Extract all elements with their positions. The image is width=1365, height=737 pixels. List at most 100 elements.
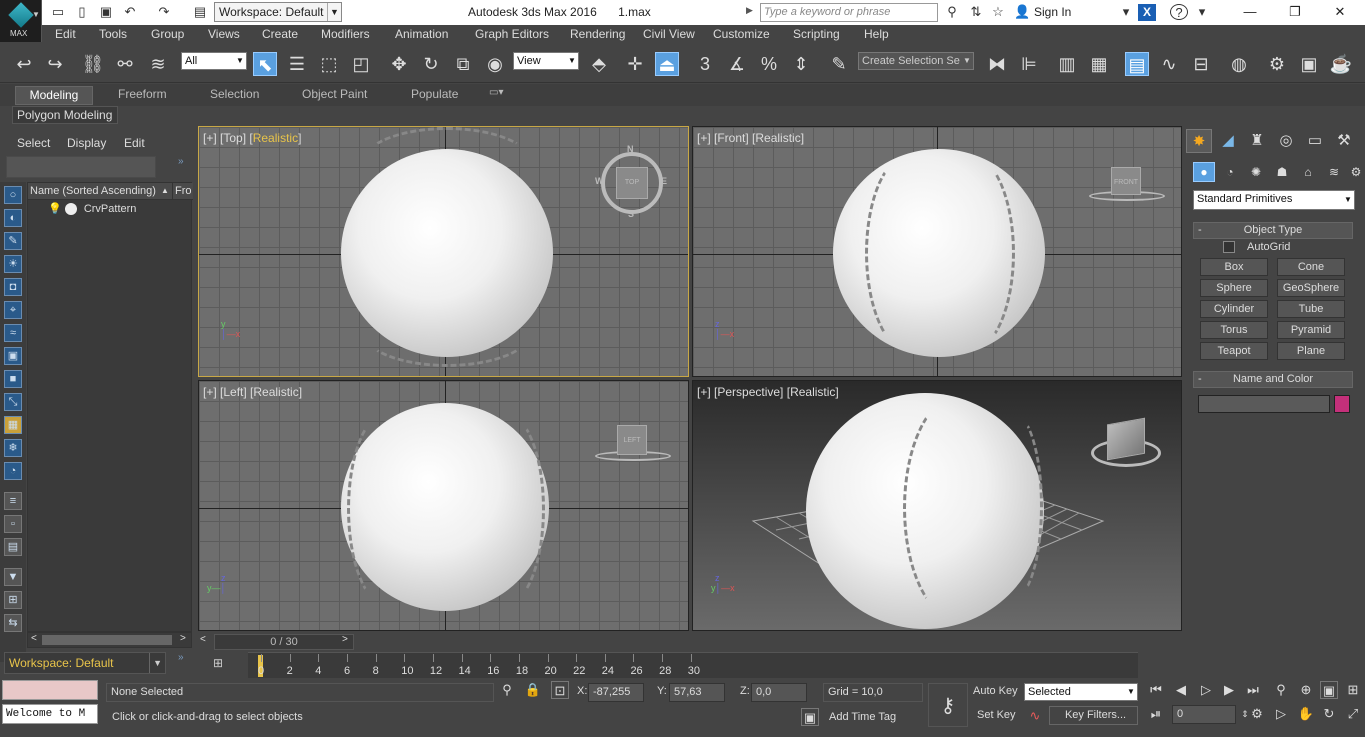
- scroll-thumb[interactable]: [42, 635, 172, 645]
- ribbon-panel-polygon-modeling[interactable]: Polygon Modeling: [12, 106, 118, 124]
- display-frozen-icon[interactable]: ❄: [4, 439, 22, 457]
- schematic-view-icon[interactable]: ⊟: [1189, 52, 1213, 76]
- create-torus-button[interactable]: Torus: [1200, 321, 1268, 339]
- scale-icon[interactable]: ⧉: [451, 52, 475, 76]
- toggle-ribbon-icon[interactable]: ▦: [1087, 52, 1111, 76]
- project-folder-icon[interactable]: ▤: [192, 4, 208, 20]
- rect-selection-icon[interactable]: ⬚: [317, 52, 341, 76]
- display-shapes-icon[interactable]: ✎: [4, 232, 22, 250]
- mirror-icon[interactable]: ⧓: [985, 52, 1009, 76]
- se-menu-select[interactable]: Select: [17, 136, 50, 150]
- viewport-front[interactable]: [+] [Front] [Realistic] FRONT z │—x: [692, 126, 1182, 377]
- link-icon[interactable]: ⛓: [81, 52, 105, 76]
- modify-tab-icon[interactable]: ◢: [1215, 129, 1241, 153]
- next-frame-icon[interactable]: ▶: [1220, 681, 1238, 699]
- menu-create[interactable]: Create: [262, 27, 298, 41]
- workspace-dropdown[interactable]: Workspace: Default ▼: [214, 2, 342, 22]
- time-slider-left-icon[interactable]: <: [200, 634, 206, 645]
- hierarchy-tab-icon[interactable]: ♜: [1244, 129, 1270, 153]
- tab-object-paint[interactable]: Object Paint: [302, 87, 367, 101]
- goto-end-icon[interactable]: ⏭: [1244, 681, 1262, 699]
- help-icon[interactable]: ?: [1170, 4, 1188, 20]
- minimize-button[interactable]: —: [1230, 2, 1270, 22]
- menu-civil-view[interactable]: Civil View: [643, 27, 695, 41]
- select-object-icon[interactable]: ⬉: [253, 52, 277, 76]
- display-hidden-icon[interactable]: ◔: [4, 462, 22, 480]
- save-file-icon[interactable]: ▣: [98, 4, 114, 20]
- object-name-field[interactable]: [1198, 395, 1330, 413]
- create-cylinder-button[interactable]: Cylinder: [1200, 300, 1268, 318]
- render-production-icon[interactable]: ☕: [1329, 52, 1353, 76]
- viewport-shading[interactable]: Realistic: [755, 131, 800, 145]
- application-button[interactable]: MAX ▼: [0, 0, 42, 42]
- sign-in-link[interactable]: Sign In: [1034, 5, 1071, 19]
- space-warps-icon[interactable]: ≋: [1323, 162, 1345, 182]
- angle-snap-icon[interactable]: ∡: [725, 52, 749, 76]
- current-frame-field[interactable]: 0: [1172, 705, 1236, 724]
- subscription-icon[interactable]: ⇅: [968, 4, 984, 20]
- menu-tools[interactable]: Tools: [99, 27, 127, 41]
- display-helpers-icon[interactable]: ⌖: [4, 301, 22, 319]
- viewport-shading[interactable]: Realistic: [790, 385, 835, 399]
- select-by-name-icon[interactable]: ☰: [285, 52, 309, 76]
- systems-icon[interactable]: ⚙: [1347, 162, 1365, 182]
- create-tube-button[interactable]: Tube: [1277, 300, 1345, 318]
- viewport-top[interactable]: [+] [Top] [Realistic] TOP N S E W y │—x: [198, 126, 689, 377]
- viewcube[interactable]: FRONT: [1111, 167, 1141, 195]
- viewcube[interactable]: TOP: [616, 167, 648, 199]
- se-column-frozen[interactable]: Fro: [172, 183, 192, 199]
- se-horizontal-scrollbar[interactable]: < >: [27, 632, 192, 648]
- se-search-input[interactable]: [6, 156, 156, 178]
- display-none-filter-icon[interactable]: ▫: [4, 515, 22, 533]
- menu-group[interactable]: Group: [151, 27, 184, 41]
- shapes-icon[interactable]: ◔: [1219, 162, 1241, 182]
- viewport-label[interactable]: [+] [Perspective] [Realistic]: [697, 385, 839, 399]
- utilities-tab-icon[interactable]: ⚒: [1331, 129, 1357, 153]
- rollout-name-and-color[interactable]: - Name and Color: [1193, 371, 1353, 388]
- redo-icon[interactable]: ↪: [43, 52, 67, 76]
- maxscript-listener-input[interactable]: Welcome to M: [2, 704, 98, 724]
- create-sphere-button[interactable]: Sphere: [1200, 279, 1268, 297]
- selection-filter-dropdown[interactable]: All ▼: [181, 52, 247, 70]
- menu-help[interactable]: Help: [864, 27, 889, 41]
- tab-freeform[interactable]: Freeform: [118, 87, 167, 101]
- select-manipulate-icon[interactable]: ✛: [623, 52, 647, 76]
- autogrid-checkbox[interactable]: [1223, 241, 1235, 253]
- placement-icon[interactable]: ◉: [483, 52, 507, 76]
- move-icon[interactable]: ✥: [387, 52, 411, 76]
- rendered-frame-window-icon[interactable]: ▣: [1297, 52, 1321, 76]
- tab-modeling[interactable]: Modeling: [15, 86, 93, 105]
- viewport-view-name[interactable]: Front: [717, 131, 745, 145]
- display-spacewarps-icon[interactable]: ≈: [4, 324, 22, 342]
- key-filters-button[interactable]: Key Filters...: [1049, 706, 1138, 725]
- display-bones-icon[interactable]: ⤡: [4, 393, 22, 411]
- rotate-icon[interactable]: ↻: [419, 52, 443, 76]
- display-tab-icon[interactable]: ▭: [1302, 129, 1328, 153]
- material-editor-icon[interactable]: ◍: [1227, 52, 1251, 76]
- display-cameras-icon[interactable]: ◘: [4, 278, 22, 296]
- scene-explorer-toggle-icon[interactable]: ▤: [1125, 52, 1149, 76]
- viewport-view-name[interactable]: Top: [223, 131, 242, 145]
- align-icon[interactable]: ⊫: [1017, 52, 1041, 76]
- absolute-mode-icon[interactable]: ⊡: [551, 681, 569, 699]
- filter-options-icon[interactable]: ⊞: [4, 591, 22, 609]
- exchange-icon[interactable]: X: [1138, 4, 1156, 21]
- viewcube[interactable]: LEFT: [617, 425, 647, 455]
- zoom-extents-icon[interactable]: ▣: [1320, 681, 1338, 699]
- se-menu-display[interactable]: Display: [67, 136, 106, 150]
- viewport-view-name[interactable]: Perspective: [717, 385, 780, 399]
- add-time-tag[interactable]: Add Time Tag: [829, 711, 896, 723]
- create-plane-button[interactable]: Plane: [1277, 342, 1345, 360]
- viewport-view-name[interactable]: Left: [223, 385, 243, 399]
- motion-tab-icon[interactable]: ◎: [1273, 129, 1299, 153]
- workspace-selector[interactable]: Workspace: Default ▼: [4, 652, 166, 674]
- open-mini-curve-editor-icon[interactable]: ⊞: [208, 656, 228, 674]
- list-item[interactable]: 💡 CrvPattern: [48, 202, 136, 216]
- close-button[interactable]: ✕: [1320, 2, 1360, 22]
- menu-graph-editors[interactable]: Graph Editors: [475, 27, 549, 41]
- undo-icon[interactable]: ↩: [12, 52, 36, 76]
- binoculars-icon[interactable]: ⚲: [944, 4, 960, 20]
- scroll-left-icon[interactable]: <: [31, 633, 37, 644]
- user-icon[interactable]: 👤: [1014, 4, 1030, 20]
- cameras-icon[interactable]: ☗: [1271, 162, 1293, 182]
